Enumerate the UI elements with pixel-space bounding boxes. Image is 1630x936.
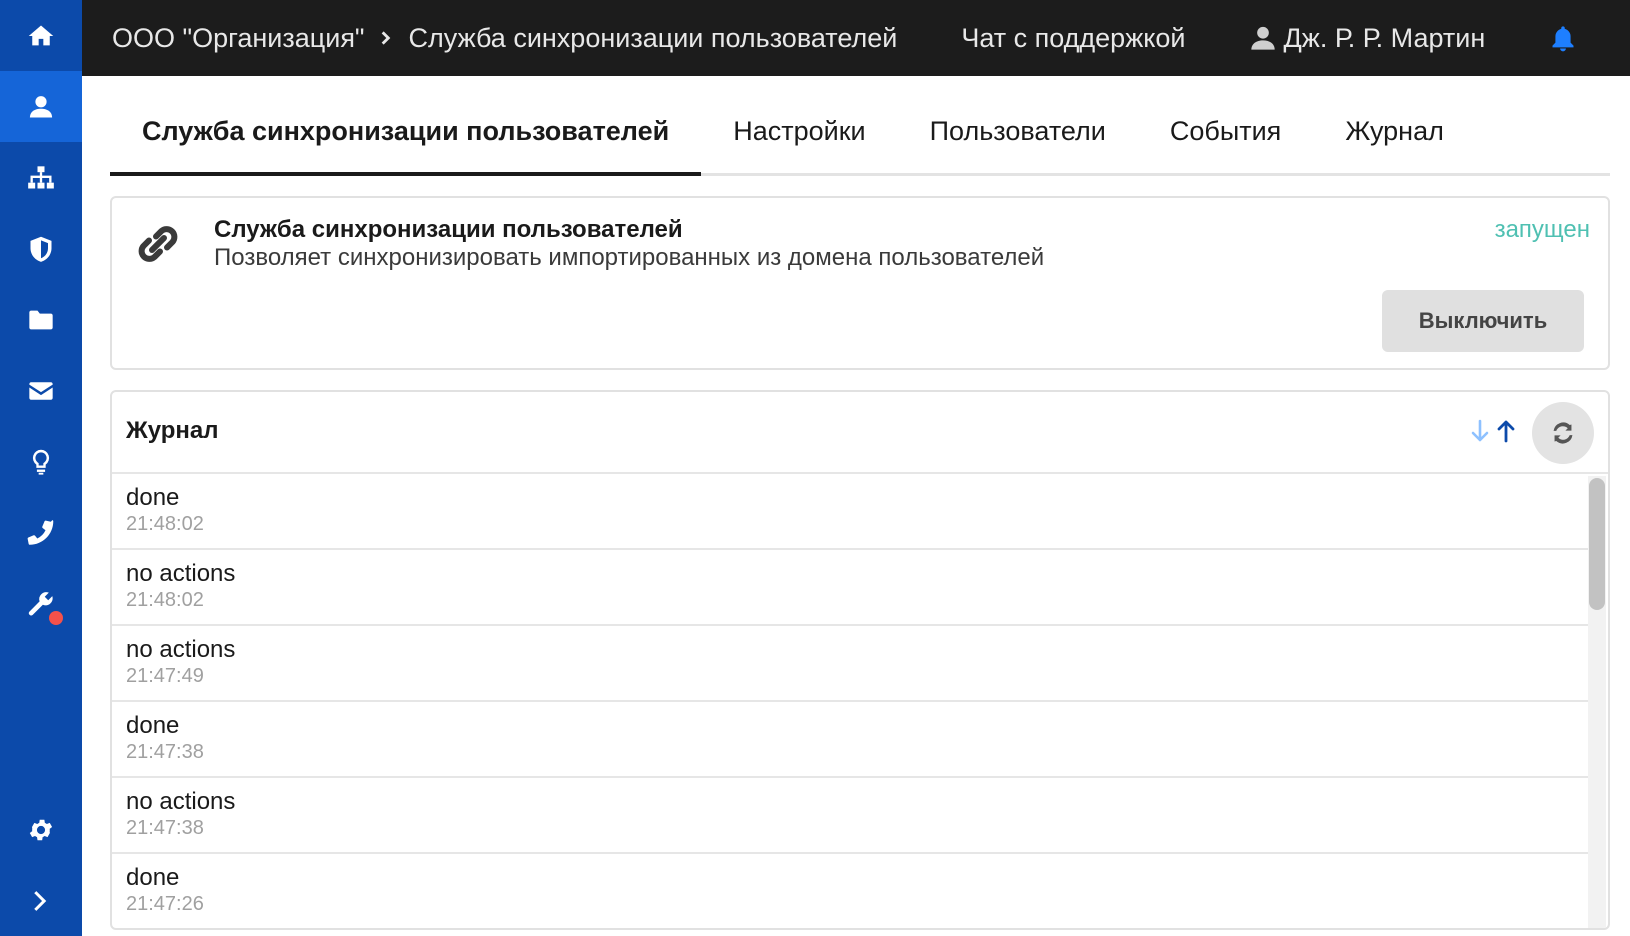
log-message: done	[126, 712, 180, 739]
list-item[interactable]: no actions 21:47:38	[112, 778, 1588, 854]
sidebar-item-ideas[interactable]	[0, 426, 82, 497]
breadcrumb-service[interactable]: Служба синхронизации пользователей	[409, 23, 898, 54]
notification-badge	[49, 611, 63, 625]
list-item[interactable]: no actions 21:47:49	[112, 626, 1588, 702]
journal-title: Журнал	[126, 417, 219, 444]
log-time: 21:47:38	[126, 817, 204, 839]
log-time: 21:47:49	[126, 665, 204, 687]
user-icon	[29, 95, 53, 117]
envelope-icon	[29, 381, 53, 400]
notifications-button[interactable]	[1549, 24, 1577, 52]
bell-icon	[1552, 26, 1574, 52]
sidebar-item-settings[interactable]	[0, 794, 82, 865]
service-card: Служба синхронизации пользователей Позво…	[110, 196, 1610, 370]
sidebar-item-files[interactable]	[0, 284, 82, 355]
chevron-right-icon	[34, 890, 47, 911]
scrollbar[interactable]	[1588, 476, 1606, 928]
tab-journal[interactable]: Журнал	[1313, 116, 1476, 173]
tab-events[interactable]: События	[1138, 116, 1313, 173]
chevron-right-icon	[379, 30, 395, 46]
user-icon	[1251, 26, 1276, 50]
sidebar-item-mail[interactable]	[0, 355, 82, 426]
tab-settings[interactable]: Настройки	[701, 116, 897, 173]
log-time: 21:47:38	[126, 741, 204, 763]
service-description: Позволяет синхронизировать импортированн…	[214, 244, 1045, 271]
log-message: no actions	[126, 636, 236, 663]
home-icon	[28, 25, 54, 45]
sidebar-item-users[interactable]	[0, 71, 82, 142]
refresh-icon	[1553, 422, 1573, 444]
list-item[interactable]: done 21:47:26	[112, 854, 1588, 928]
log-time: 21:48:02	[126, 589, 204, 611]
log-time: 21:47:26	[126, 893, 204, 915]
phone-icon	[27, 519, 54, 545]
journal-list: done 21:48:02 no actions 21:48:02 no act…	[112, 474, 1588, 928]
journal-header: Журнал	[112, 392, 1608, 474]
top-bar: ООО "Организация" Служба синхронизации п…	[82, 0, 1630, 76]
tab-bar: Служба синхронизации пользователей Настр…	[110, 76, 1610, 176]
log-time: 21:48:02	[126, 513, 204, 535]
user-name: Дж. Р. Р. Мартин	[1283, 22, 1486, 53]
scrollbar-thumb[interactable]	[1589, 478, 1605, 610]
shield-icon	[30, 236, 52, 262]
sitemap-icon	[28, 165, 54, 188]
list-item[interactable]: done 21:48:02	[112, 474, 1588, 550]
disable-button[interactable]: Выключить	[1382, 290, 1584, 352]
sidebar-item-structure[interactable]	[0, 142, 82, 213]
breadcrumb-org[interactable]: ООО "Организация"	[112, 23, 365, 54]
support-chat-link[interactable]: Чат с поддержкой	[961, 23, 1185, 54]
lightbulb-icon	[32, 449, 50, 475]
tab-service[interactable]: Служба синхронизации пользователей	[110, 116, 702, 176]
folder-icon	[29, 310, 53, 329]
journal-card: Журнал done 21:48:02 no actions 21:48:02	[110, 390, 1610, 930]
list-item[interactable]: done 21:47:38	[112, 702, 1588, 778]
refresh-button[interactable]	[1532, 402, 1594, 464]
sidebar-item-home[interactable]	[0, 0, 82, 71]
log-message: done	[126, 864, 180, 891]
user-menu[interactable]: Дж. Р. Р. Мартин	[1249, 23, 1485, 54]
sidebar-item-security[interactable]	[0, 213, 82, 284]
breadcrumb: ООО "Организация" Служба синхронизации п…	[112, 23, 897, 54]
sidebar-item-admin[interactable]	[0, 568, 82, 639]
arrow-down-icon[interactable]	[1468, 418, 1492, 444]
log-message: done	[126, 484, 180, 511]
link-icon	[132, 218, 184, 270]
log-message: no actions	[126, 788, 236, 815]
tab-users[interactable]: Пользователи	[898, 116, 1138, 173]
service-status: запущен	[1494, 216, 1590, 243]
list-item[interactable]: no actions 21:48:02	[112, 550, 1588, 626]
sort-toggle[interactable]	[1468, 418, 1518, 444]
sidebar-expand[interactable]	[0, 865, 82, 936]
sidebar-item-telephony[interactable]	[0, 497, 82, 568]
main-content: Служба синхронизации пользователей Настр…	[110, 76, 1610, 930]
arrow-up-icon[interactable]	[1494, 418, 1518, 444]
service-title: Служба синхронизации пользователей	[214, 216, 683, 243]
gear-icon	[29, 819, 53, 840]
sidebar	[0, 0, 82, 936]
log-message: no actions	[126, 560, 236, 587]
